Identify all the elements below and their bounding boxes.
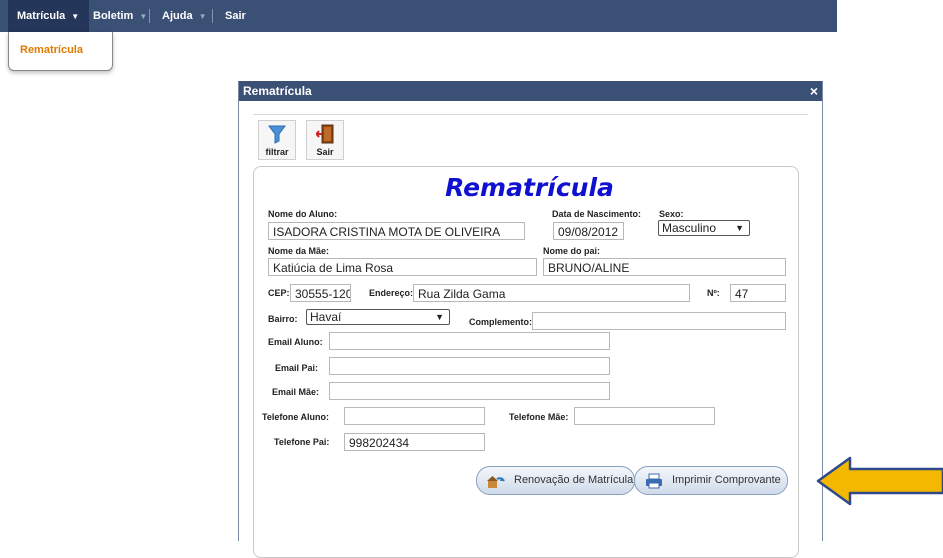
dropdown-item-rematricula[interactable]: Rematrícula bbox=[20, 44, 83, 56]
email-student-field[interactable] bbox=[329, 332, 610, 350]
menu-sair[interactable]: Sair bbox=[225, 0, 246, 32]
print-receipt-label: Imprimir Comprovante bbox=[672, 474, 781, 486]
close-icon[interactable]: × bbox=[810, 81, 818, 101]
email-student-label: Email Aluno: bbox=[268, 337, 323, 347]
complement-field[interactable] bbox=[532, 312, 786, 330]
modal-title: Rematrícula bbox=[243, 84, 312, 98]
renew-enrollment-label: Renovação de Matrícula bbox=[514, 474, 634, 486]
email-father-label: Email Pai: bbox=[275, 363, 319, 373]
email-mother-field[interactable] bbox=[329, 382, 610, 400]
address-field[interactable]: Rua Zilda Gama bbox=[413, 284, 690, 302]
highlight-arrow-icon bbox=[816, 456, 943, 506]
form-heading: Rematrícula bbox=[445, 173, 614, 202]
menu-boletim[interactable]: Boletim ▼ bbox=[93, 0, 147, 32]
print-receipt-button[interactable]: Imprimir Comprovante bbox=[634, 466, 788, 495]
toolbar-divider bbox=[253, 114, 808, 115]
funnel-icon bbox=[268, 125, 286, 144]
exit-door-icon bbox=[316, 124, 334, 144]
address-label: Endereço: bbox=[369, 288, 414, 298]
mother-name-label: Nome da Mãe: bbox=[268, 246, 330, 256]
printer-icon bbox=[646, 473, 662, 489]
sex-label: Sexo: bbox=[659, 209, 684, 219]
menu-ajuda[interactable]: Ajuda ▼ bbox=[162, 0, 206, 32]
phone-student-field[interactable] bbox=[344, 407, 485, 425]
email-father-field[interactable] bbox=[329, 357, 610, 375]
district-label: Bairro: bbox=[268, 314, 298, 324]
sex-select[interactable]: Masculino ▼ bbox=[658, 220, 750, 236]
birth-date-field[interactable]: 09/08/2012 bbox=[553, 222, 624, 240]
filter-button-label: filtrar bbox=[265, 147, 289, 157]
sex-select-value: Masculino bbox=[662, 221, 717, 235]
number-label: Nº: bbox=[707, 288, 720, 298]
cep-field[interactable]: 30555-120 bbox=[290, 284, 351, 302]
father-name-label: Nome do pai: bbox=[543, 246, 601, 256]
district-select[interactable]: Havaí ▼ bbox=[306, 309, 450, 325]
mother-name-field[interactable]: Katiúcia de Lima Rosa bbox=[268, 258, 537, 276]
filter-button[interactable]: filtrar bbox=[258, 120, 296, 160]
caret-down-icon: ▼ bbox=[71, 12, 80, 21]
number-field[interactable]: 47 bbox=[730, 284, 786, 302]
district-select-value: Havaí bbox=[310, 310, 342, 324]
student-name-label: Nome do Aluno: bbox=[268, 209, 338, 219]
phone-mother-label: Telefone Mãe: bbox=[509, 412, 569, 422]
menu-matricula-label: Matrícula bbox=[17, 10, 66, 22]
birth-date-label: Data de Nascimento: bbox=[552, 209, 642, 219]
menu-separator bbox=[149, 9, 150, 23]
chevron-down-icon: ▼ bbox=[735, 223, 744, 233]
exit-button-label: Sair bbox=[316, 147, 334, 157]
email-mother-label: Email Mãe: bbox=[272, 387, 320, 397]
renew-icon bbox=[487, 476, 505, 488]
menu-boletim-label: Boletim bbox=[93, 10, 134, 22]
matricula-dropdown: Rematrícula bbox=[8, 32, 113, 71]
caret-down-icon: ▼ bbox=[198, 12, 207, 21]
phone-father-label: Telefone Pai: bbox=[274, 437, 330, 447]
top-menu-bar: Matrícula ▼ Boletim ▼ Ajuda ▼ Sair bbox=[0, 0, 837, 32]
menu-matricula[interactable]: Matrícula ▼ bbox=[8, 0, 89, 32]
modal-titlebar: Rematrícula × bbox=[239, 81, 822, 101]
menu-sair-label: Sair bbox=[225, 10, 246, 22]
caret-down-icon: ▼ bbox=[139, 12, 148, 21]
phone-student-label: Telefone Aluno: bbox=[262, 412, 329, 422]
complement-label: Complemento: bbox=[469, 317, 532, 327]
menu-ajuda-label: Ajuda bbox=[162, 10, 193, 22]
phone-father-field[interactable]: 998202434 bbox=[344, 433, 485, 451]
renew-enrollment-button[interactable]: Renovação de Matrícula bbox=[476, 466, 635, 495]
exit-button[interactable]: Sair bbox=[306, 120, 344, 160]
cep-label: CEP: bbox=[268, 288, 290, 298]
father-name-field[interactable]: BRUNO/ALINE bbox=[543, 258, 786, 276]
student-name-field[interactable]: ISADORA CRISTINA MOTA DE OLIVEIRA bbox=[268, 222, 525, 240]
phone-mother-field[interactable] bbox=[574, 407, 715, 425]
chevron-down-icon: ▼ bbox=[435, 312, 444, 322]
menu-separator bbox=[212, 9, 213, 23]
